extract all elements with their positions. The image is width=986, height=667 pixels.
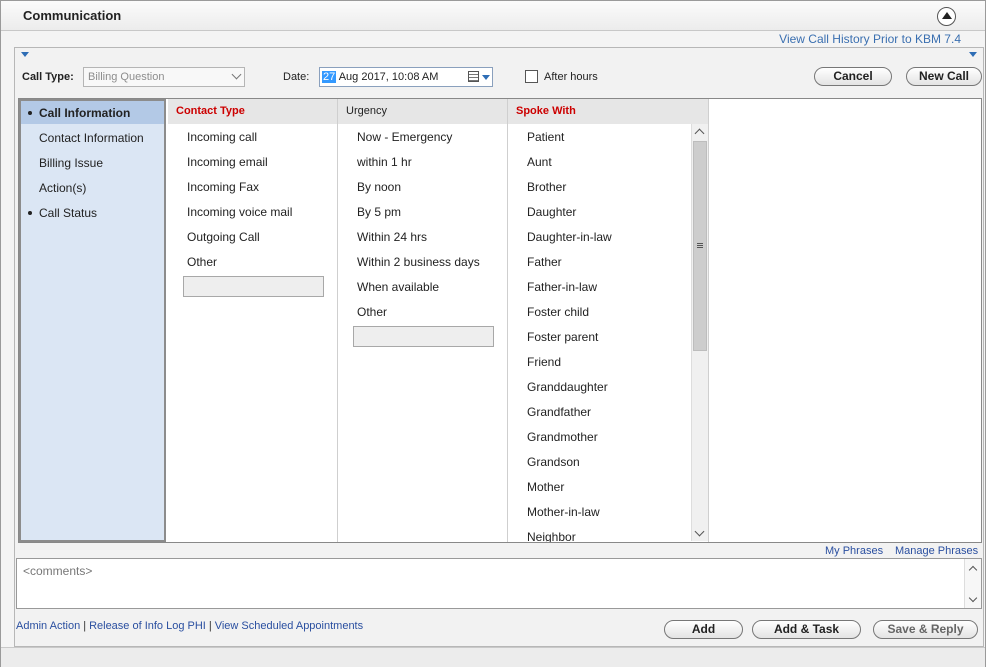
save-and-reply-button[interactable]: Save & Reply <box>873 620 978 639</box>
comments-placeholder: <comments> <box>23 564 93 578</box>
bottom-bar <box>1 647 985 667</box>
nav-item-call-status[interactable]: Call Status <box>21 201 164 224</box>
call-type-label: Call Type: <box>22 71 74 83</box>
spoke-with-column: Spoke With Patient Aunt Brother Daughter… <box>508 99 709 542</box>
link-separator: | <box>83 620 87 632</box>
list-item[interactable]: Incoming email <box>187 155 268 169</box>
bullet-icon <box>28 111 32 115</box>
chevron-down-icon <box>231 69 242 80</box>
contact-type-header: Contact Type <box>168 99 337 124</box>
date-field[interactable]: 27 Aug 2017, 10:08 AM <box>319 67 493 87</box>
list-item[interactable]: Daughter <box>527 205 576 219</box>
list-item[interactable]: By 5 pm <box>357 205 401 219</box>
list-item[interactable]: Father-in-law <box>527 280 597 294</box>
comments-textarea[interactable]: <comments> <box>16 558 982 609</box>
admin-action-link[interactable]: Admin Action <box>16 620 80 632</box>
list-item[interactable]: Brother <box>527 180 566 194</box>
comments-scrollbar[interactable] <box>964 559 981 608</box>
scroll-down-icon[interactable] <box>968 593 978 603</box>
bullet-icon <box>28 211 32 215</box>
list-item[interactable]: Mother-in-law <box>527 505 600 519</box>
expand-left-icon[interactable] <box>21 52 29 57</box>
spoke-with-scrollbar[interactable] <box>691 124 708 541</box>
manage-phrases-link[interactable]: Manage Phrases <box>895 545 978 557</box>
list-item[interactable]: Patient <box>527 130 564 144</box>
list-item[interactable]: Other <box>357 305 387 319</box>
date-day-selected: 27 <box>322 71 337 83</box>
date-dropdown-icon[interactable] <box>482 75 490 80</box>
call-information-content: Call Information Contact Information Bil… <box>18 98 982 543</box>
section-nav: Call Information Contact Information Bil… <box>19 99 166 542</box>
view-scheduled-appointments-link[interactable]: View Scheduled Appointments <box>215 620 363 632</box>
new-call-button[interactable]: New Call <box>906 67 982 86</box>
list-item[interactable]: Within 2 business days <box>357 255 480 269</box>
nav-item-contact-information[interactable]: Contact Information <box>21 126 164 149</box>
view-call-history-link[interactable]: View Call History Prior to KBM 7.4 <box>779 32 961 46</box>
list-item[interactable]: Daughter-in-law <box>527 230 612 244</box>
date-label: Date: <box>283 71 310 83</box>
nav-item-actions[interactable]: Action(s) <box>21 176 164 199</box>
list-item[interactable]: Outgoing Call <box>187 230 260 244</box>
contact-type-other-input[interactable] <box>183 276 324 297</box>
spoke-with-header: Spoke With <box>508 99 708 124</box>
collapse-up-icon[interactable] <box>937 7 956 26</box>
cancel-button[interactable]: Cancel <box>814 67 892 86</box>
list-item[interactable]: Incoming Fax <box>187 180 259 194</box>
add-and-task-button[interactable]: Add & Task <box>752 620 861 639</box>
list-item[interactable]: Mother <box>527 480 564 494</box>
nav-item-billing-issue[interactable]: Billing Issue <box>21 151 164 174</box>
list-item[interactable]: Incoming call <box>187 130 257 144</box>
after-hours-label: After hours <box>544 71 598 83</box>
list-item[interactable]: Granddaughter <box>527 380 608 394</box>
list-item[interactable]: Aunt <box>527 155 552 169</box>
list-item[interactable]: within 1 hr <box>357 155 412 169</box>
list-item[interactable]: By noon <box>357 180 401 194</box>
list-item[interactable]: When available <box>357 280 439 294</box>
release-of-info-log-link[interactable]: Release of Info Log PHI <box>89 620 206 632</box>
call-type-value: Billing Question <box>88 71 165 83</box>
add-button[interactable]: Add <box>664 620 743 639</box>
scroll-up-icon[interactable] <box>694 128 705 139</box>
link-separator: | <box>208 620 212 632</box>
scroll-thumb[interactable] <box>693 141 707 351</box>
urgency-column: Urgency Now - Emergency within 1 hr By n… <box>338 99 508 542</box>
grip-icon <box>697 243 703 244</box>
window-title: Communication <box>23 8 122 23</box>
contact-type-column: Contact Type Incoming call Incoming emai… <box>168 99 338 542</box>
my-phrases-link[interactable]: My Phrases <box>825 545 883 557</box>
list-item[interactable]: Neighbor <box>527 530 576 542</box>
scroll-down-icon[interactable] <box>694 526 705 537</box>
list-item[interactable]: Foster parent <box>527 330 598 344</box>
urgency-header: Urgency <box>338 99 507 124</box>
list-item[interactable]: Grandfather <box>527 405 591 419</box>
date-rest: Aug 2017, 10:08 AM <box>336 71 439 83</box>
list-item[interactable]: Other <box>187 255 217 269</box>
call-type-select[interactable]: Billing Question <box>83 67 245 87</box>
list-item[interactable]: Within 24 hrs <box>357 230 427 244</box>
list-item[interactable]: Incoming voice mail <box>187 205 292 219</box>
after-hours-checkbox[interactable] <box>525 70 538 83</box>
list-item[interactable]: Grandmother <box>527 430 598 444</box>
communication-window: Communication View Call History Prior to… <box>0 0 986 667</box>
list-item[interactable]: Grandson <box>527 455 580 469</box>
call-panel: Call Type: Billing Question Date: 27 Aug… <box>14 47 984 647</box>
expand-right-icon[interactable] <box>969 52 977 57</box>
scroll-up-icon[interactable] <box>968 565 978 575</box>
calendar-icon[interactable] <box>468 71 479 82</box>
list-item[interactable]: Now - Emergency <box>357 130 452 144</box>
title-bar: Communication <box>1 1 985 31</box>
nav-item-call-information[interactable]: Call Information <box>21 101 164 124</box>
list-item[interactable]: Father <box>527 255 562 269</box>
list-item[interactable]: Friend <box>527 355 561 369</box>
urgency-other-input[interactable] <box>353 326 494 347</box>
footer-links: Admin Action | Release of Info Log PHI | Vie… <box>16 620 363 632</box>
list-item[interactable]: Foster child <box>527 305 589 319</box>
